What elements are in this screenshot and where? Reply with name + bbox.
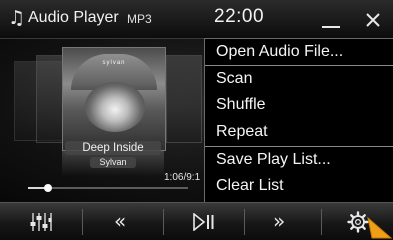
song-artist: Sylvan	[90, 157, 136, 168]
fast-forward-icon: »	[273, 209, 286, 233]
app-title: Audio Player	[28, 9, 119, 26]
minimize-button[interactable]	[312, 6, 350, 34]
minimize-icon	[322, 26, 340, 28]
album-cover[interactable]: sylvan	[62, 47, 166, 151]
pointer-cursor-icon	[367, 216, 393, 239]
menu-item-label: Shuffle	[216, 96, 266, 113]
cover-band-name: sylvan	[102, 60, 126, 66]
menu-item-shuffle[interactable]: Shuffle	[205, 92, 393, 118]
play-pause-button[interactable]	[164, 203, 244, 240]
bottom-toolbar: « »	[0, 202, 393, 240]
close-icon	[366, 13, 380, 27]
close-button[interactable]	[358, 6, 388, 34]
menu-item-open-audio-file[interactable]: Open Audio File...	[205, 39, 393, 65]
menu-item-label: Open Audio File...	[216, 43, 344, 60]
title-bar: ♫ Audio Player MP3 22:00	[0, 0, 393, 39]
play-pause-icon	[193, 213, 214, 231]
album-cover-next[interactable]	[166, 55, 202, 143]
time-display: 1:06/9:1	[164, 172, 201, 183]
equalizer-icon	[30, 213, 52, 231]
cover-art-figure	[85, 82, 145, 132]
song-title: Deep Inside	[65, 141, 161, 155]
audio-player-window: ♫ Audio Player MP3 22:00 sylvan Deep Ins…	[0, 0, 393, 240]
rewind-icon: «	[114, 209, 127, 233]
fast-forward-button[interactable]: »	[245, 203, 321, 240]
menu-item-label: Repeat	[216, 123, 268, 140]
menu-item-save-play-list[interactable]: Save Play List...	[205, 146, 393, 173]
progress-slider[interactable]	[28, 184, 188, 192]
menu-item-label: Scan	[216, 70, 253, 87]
menu-item-label: Save Play List...	[216, 151, 331, 168]
options-menu: Open Audio File... Scan Shuffle Repeat S…	[204, 38, 393, 203]
music-note-icon: ♫	[8, 7, 26, 29]
menu-item-repeat[interactable]: Repeat	[205, 119, 393, 145]
menu-item-clear-list[interactable]: Clear List	[205, 173, 393, 199]
format-label: MP3	[127, 12, 152, 26]
menu-item-label: Clear List	[216, 177, 284, 194]
clock: 22:00	[214, 6, 265, 27]
menu-item-scan[interactable]: Scan	[205, 65, 393, 92]
rewind-button[interactable]: «	[83, 203, 163, 240]
equalizer-button[interactable]	[0, 203, 82, 240]
progress-knob[interactable]	[44, 184, 52, 192]
